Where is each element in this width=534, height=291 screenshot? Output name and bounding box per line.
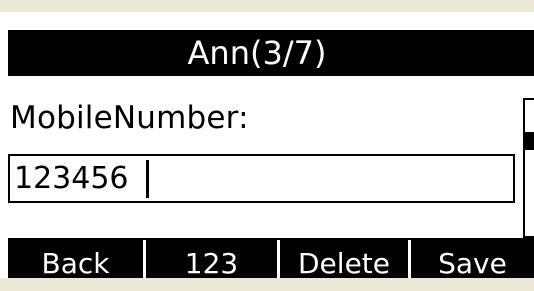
mobile-number-value: 123456 — [14, 161, 129, 196]
save-softkey[interactable]: Save — [411, 238, 534, 278]
title-bar: Ann(3/7) — [8, 30, 534, 76]
text-cursor — [146, 160, 149, 198]
mobile-number-input[interactable]: 123456 — [8, 154, 515, 203]
phone-lcd-screen: Ann(3/7) MobileNumber: 123456 Back 123 D… — [0, 12, 534, 278]
scrollbar-thumb[interactable] — [525, 132, 534, 150]
scrollbar[interactable] — [523, 98, 534, 238]
back-softkey[interactable]: Back — [8, 238, 143, 278]
contact-title: Ann(3/7) — [187, 34, 327, 72]
softkey-bar: Back 123 Delete Save — [8, 238, 534, 278]
mobile-number-label: MobileNumber: — [10, 100, 249, 136]
delete-softkey[interactable]: Delete — [280, 238, 408, 278]
input-mode-softkey[interactable]: 123 — [146, 238, 277, 278]
